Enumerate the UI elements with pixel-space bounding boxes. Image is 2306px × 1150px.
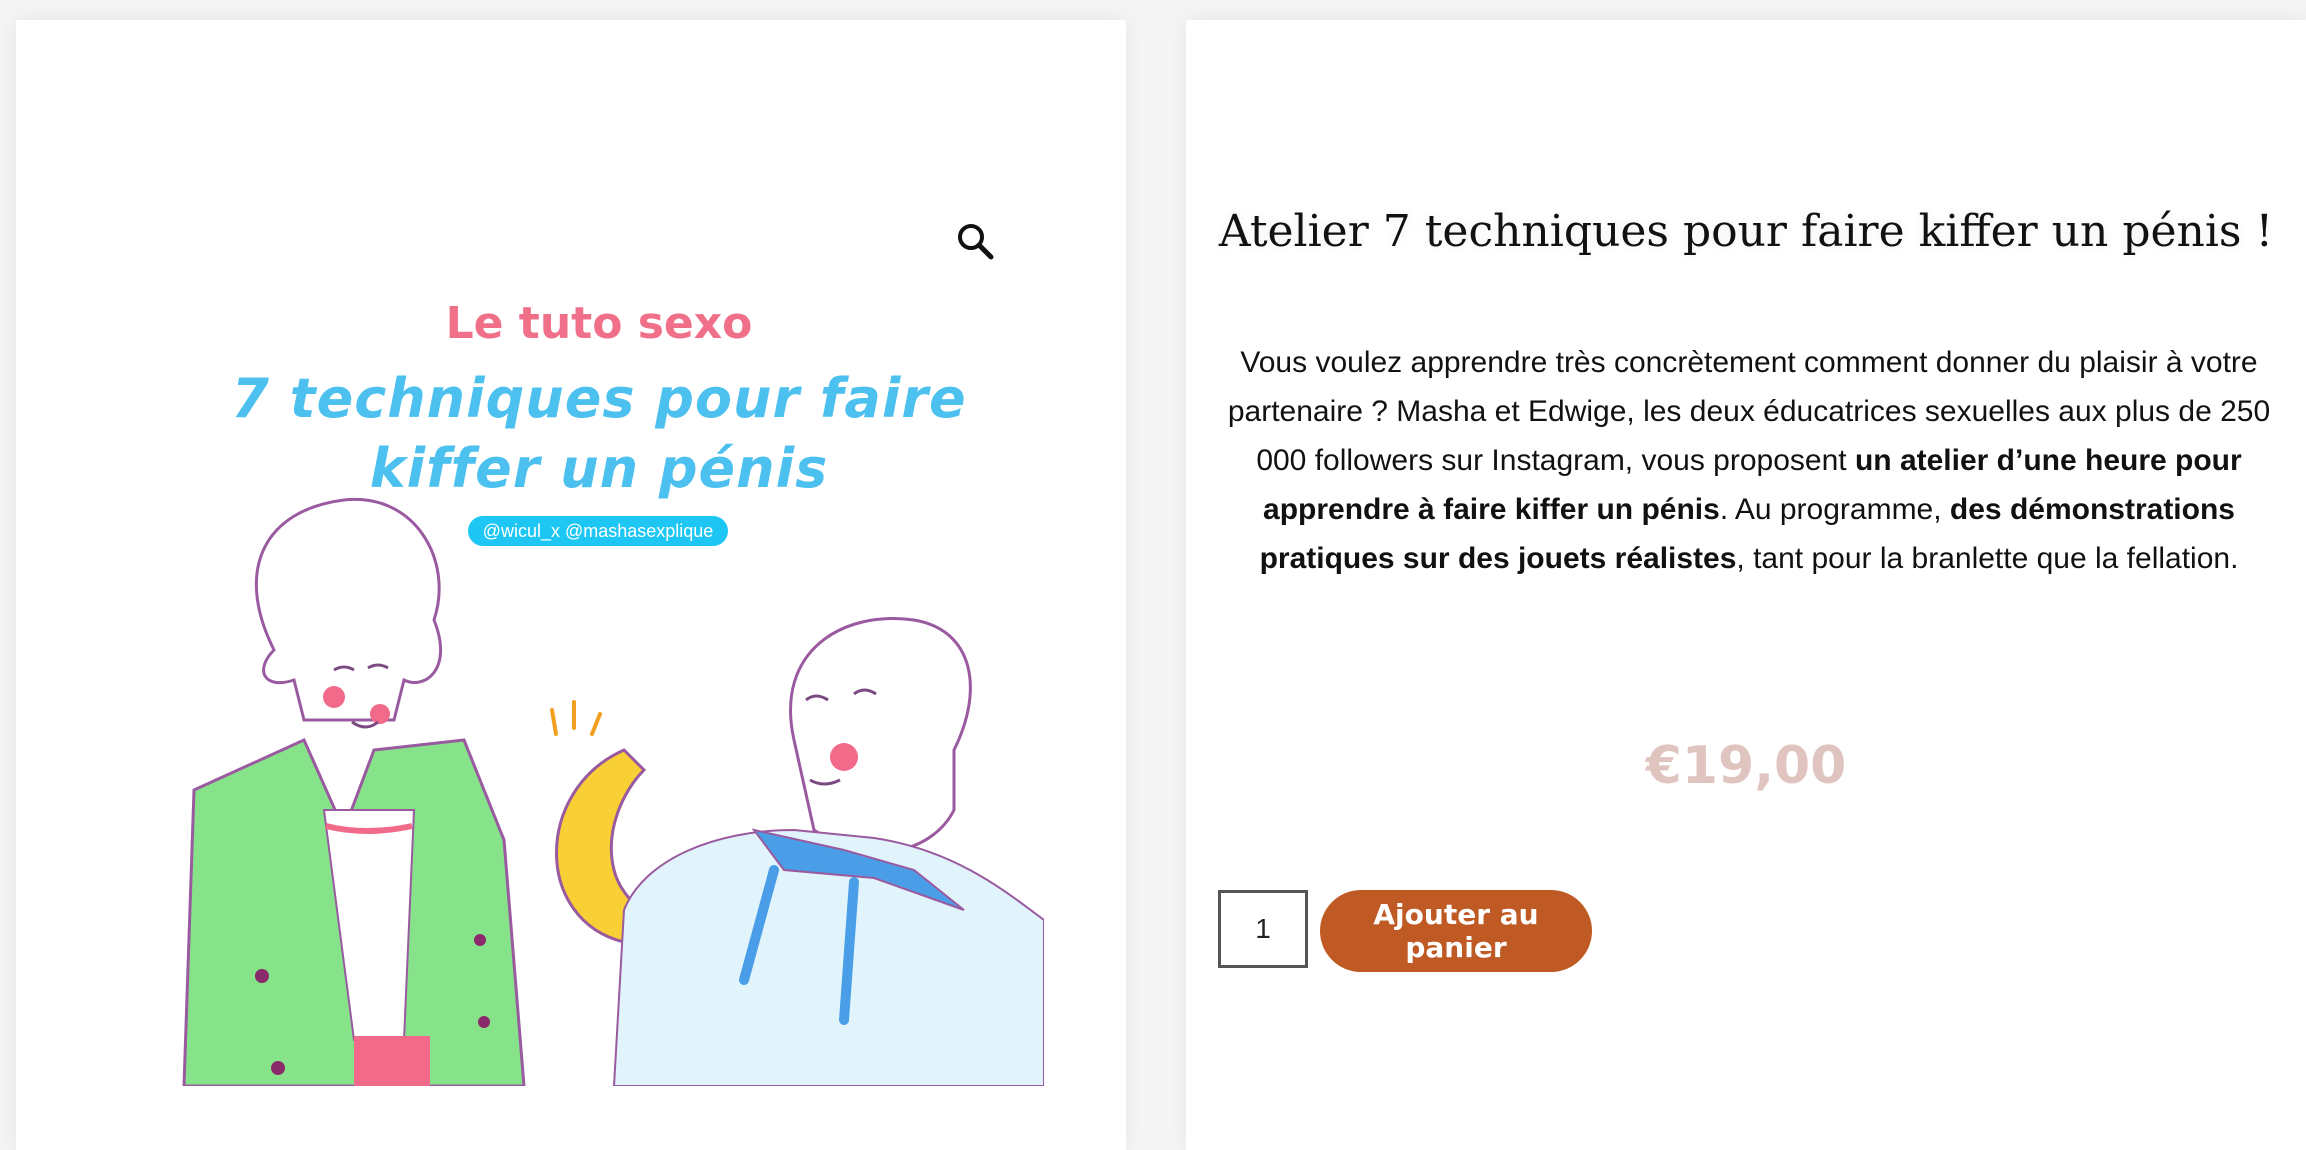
product-summary: Atelier 7 techniques pour faire kiffer u…	[1186, 20, 2306, 1150]
quantity-input[interactable]	[1218, 890, 1308, 968]
product-price: €19,00	[1645, 736, 1847, 796]
search-icon	[958, 224, 994, 260]
add-to-cart-button[interactable]: Ajouter au panier	[1320, 890, 1592, 972]
product-description: Vous voulez apprendre très concrètement …	[1222, 338, 2276, 583]
image-title-line1: 7 techniques pour faire	[231, 367, 967, 430]
product-image[interactable]: Le tuto sexo 7 techniques pour faire kif…	[154, 270, 1044, 1086]
product-gallery: Le tuto sexo 7 techniques pour faire kif…	[16, 20, 1126, 1150]
zoom-button[interactable]	[954, 220, 998, 264]
desc-part3: , tant pour la branlette que la fellatio…	[1736, 542, 2239, 575]
image-handles-badge: @wicul_x @mashasexplique	[468, 516, 728, 546]
image-title: 7 techniques pour faire kiffer un pénis	[154, 364, 1044, 504]
product-title: Atelier 7 techniques pour faire kiffer u…	[1218, 206, 2274, 257]
image-title-line2: kiffer un pénis	[369, 437, 829, 501]
image-kicker: Le tuto sexo	[445, 298, 753, 349]
desc-part2: . Au programme,	[1719, 493, 1950, 526]
